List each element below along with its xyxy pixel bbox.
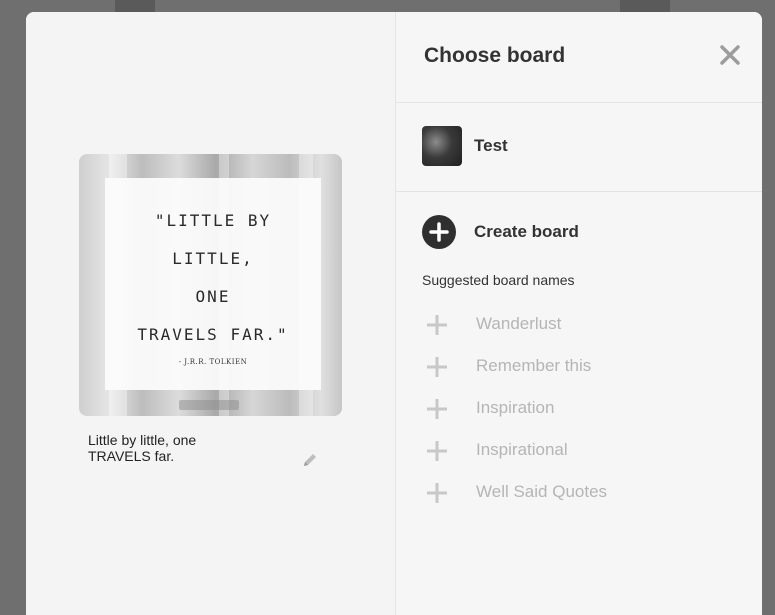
suggestion-remember-this[interactable]: Remember this	[426, 350, 726, 380]
pin-description-line: Little by little, one	[88, 432, 197, 448]
image-watermark	[179, 400, 239, 410]
board-item-test[interactable]: Test	[396, 103, 762, 192]
suggestion-inspirational[interactable]: Inspirational	[426, 434, 726, 464]
quote-card: "LITTLE BY LITTLE, ONE TRAVELS FAR." - J…	[105, 178, 321, 390]
close-icon[interactable]	[717, 42, 743, 68]
suggestion-label: Remember this	[476, 356, 592, 375]
create-board-label: Create board	[474, 222, 579, 241]
suggestion-wanderlust[interactable]: Wanderlust	[426, 308, 726, 338]
plus-icon	[427, 357, 447, 377]
plus-circle-icon	[422, 215, 456, 249]
suggestion-label: Wanderlust	[476, 314, 562, 333]
pin-description-line: TRAVELS far.	[88, 448, 175, 464]
suggestion-well-said-quotes[interactable]: Well Said Quotes	[426, 476, 726, 506]
pin-preview-pane: "LITTLE BY LITTLE, ONE TRAVELS FAR." - J…	[26, 12, 394, 615]
board-picker-pane: Choose board Test Create board Suggested…	[395, 12, 762, 615]
page-title: Choose board	[424, 44, 566, 67]
suggestion-label: Inspiration	[476, 398, 555, 417]
choose-board-modal: "LITTLE BY LITTLE, ONE TRAVELS FAR." - J…	[26, 12, 762, 615]
suggested-heading: Suggested board names	[422, 272, 575, 288]
board-name: Test	[474, 136, 508, 155]
quote-author: - J.R.R. TOLKIEN	[178, 358, 248, 366]
pin-description: Little by little, one TRAVELS far.	[88, 432, 268, 464]
panel-header: Choose board	[396, 12, 762, 103]
backdrop-strip-left	[115, 0, 155, 12]
backdrop-strip-right	[620, 0, 670, 12]
board-thumbnail	[422, 126, 462, 166]
suggestion-label: Inspirational	[476, 440, 568, 459]
quote-line: LITTLE,	[172, 249, 254, 268]
plus-icon	[427, 441, 447, 461]
pencil-icon[interactable]	[300, 450, 320, 470]
quote-line: "LITTLE BY	[154, 211, 272, 230]
pin-image: "LITTLE BY LITTLE, ONE TRAVELS FAR." - J…	[79, 154, 342, 416]
quote-line: ONE	[195, 287, 231, 306]
suggestion-inspiration[interactable]: Inspiration	[426, 392, 726, 422]
suggestion-label: Well Said Quotes	[476, 482, 608, 501]
plus-icon	[427, 483, 447, 503]
quote-line: TRAVELS FAR."	[137, 325, 289, 344]
plus-icon	[427, 399, 447, 419]
plus-icon	[427, 315, 447, 335]
